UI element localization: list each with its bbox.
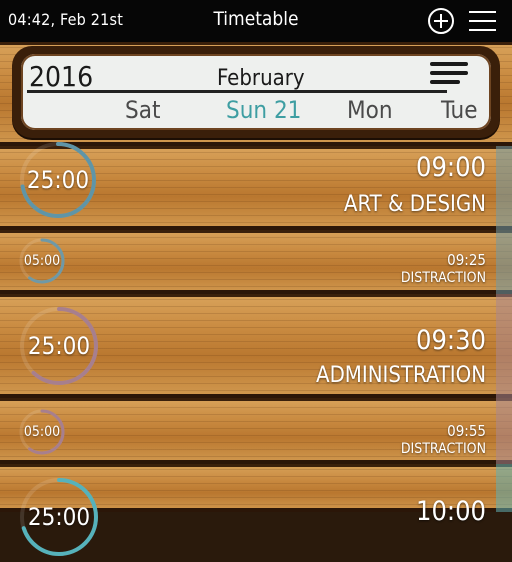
day-sat[interactable]: Sat: [125, 96, 160, 124]
day-tue[interactable]: Tue: [441, 96, 478, 124]
duration-label: 05:00: [23, 424, 61, 440]
status-bar: 04:42, Feb 21st Timetable: [0, 0, 512, 42]
event-name[interactable]: ART & DESIGN: [344, 192, 486, 217]
event-time: 09:25: [447, 251, 486, 269]
duration-ring[interactable]: 05:00: [18, 237, 66, 285]
duration-ring[interactable]: 25:00: [18, 476, 100, 558]
add-icon[interactable]: [428, 8, 454, 34]
event-name[interactable]: ADMINISTRATION: [316, 363, 486, 388]
duration-ring[interactable]: 25:00: [18, 305, 100, 387]
calendar-divider: [27, 90, 447, 93]
event-time: 09:30: [416, 325, 486, 356]
event-name[interactable]: DISTRACTION: [401, 270, 486, 286]
side-accent-strip: [496, 146, 512, 294]
duration-ring[interactable]: 25:00: [18, 140, 98, 220]
stripes-icon[interactable]: [430, 62, 468, 89]
hamburger-menu-icon[interactable]: [469, 11, 496, 31]
side-accent-strip: [496, 464, 512, 512]
day-mon[interactable]: Mon: [347, 96, 393, 124]
duration-label: 25:00: [27, 332, 91, 360]
event-time: 09:55: [447, 422, 486, 440]
year-label: 2016: [29, 60, 94, 93]
date-picker[interactable]: 2016 February Sat Sun 21 Mon Tue: [21, 54, 491, 130]
event-time: 09:00: [416, 152, 486, 183]
event-name[interactable]: DISTRACTION: [401, 441, 486, 457]
duration-label: 25:00: [26, 166, 90, 194]
duration-label: 05:00: [23, 253, 61, 269]
duration-ring[interactable]: 05:00: [18, 408, 66, 456]
month-label: February: [217, 66, 305, 91]
duration-label: 25:00: [27, 503, 91, 531]
side-accent-strip: [496, 294, 512, 464]
day-sun-selected[interactable]: Sun 21: [226, 96, 301, 124]
